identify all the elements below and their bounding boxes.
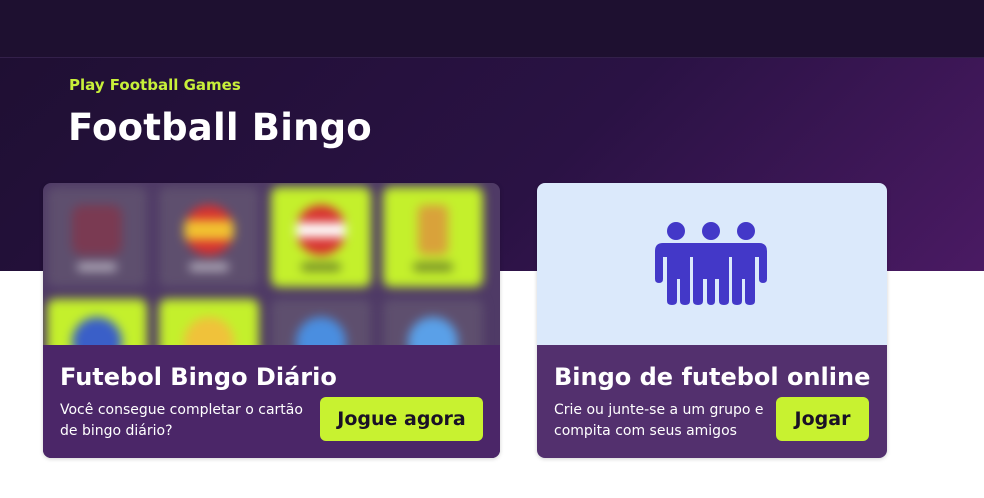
- club-crest-icon: [72, 205, 122, 255]
- card-footer: Bingo de futebol online Crie ou junte-se…: [537, 345, 887, 458]
- bingo-cell: [47, 187, 147, 287]
- card-description: Você consegue completar o cartão de bing…: [60, 402, 303, 439]
- bingo-cell-tag: [413, 263, 453, 271]
- play-button[interactable]: Jogar: [776, 397, 869, 441]
- card-title: Futebol Bingo Diário: [60, 363, 337, 391]
- card-footer: Futebol Bingo Diário Você consegue compl…: [43, 345, 500, 458]
- card-description: Crie ou junte-se a um grupo e compita co…: [554, 402, 764, 439]
- bingo-cell-checked: [271, 187, 371, 287]
- play-now-button[interactable]: Jogue agora: [320, 397, 483, 441]
- people-group-icon: [655, 222, 767, 305]
- bingo-cell-tag: [77, 263, 117, 271]
- austria-flag-icon: [296, 205, 346, 255]
- spain-flag-icon: [184, 205, 234, 255]
- bingo-cell-checked: [383, 187, 483, 287]
- bingo-cell-tag: [189, 263, 229, 271]
- bingo-cell-tag: [301, 263, 341, 271]
- section-eyebrow: Play Football Games: [69, 76, 241, 94]
- card-title: Bingo de futebol online: [554, 363, 871, 391]
- page-title: Football Bingo: [68, 106, 372, 149]
- bingo-cell: [159, 187, 259, 287]
- trophy-icon: [418, 205, 448, 255]
- top-navbar: [0, 0, 984, 58]
- online-bingo-card[interactable]: Bingo de futebol online Crie ou junte-se…: [537, 183, 887, 458]
- daily-bingo-card[interactable]: Futebol Bingo Diário Você consegue compl…: [43, 183, 500, 458]
